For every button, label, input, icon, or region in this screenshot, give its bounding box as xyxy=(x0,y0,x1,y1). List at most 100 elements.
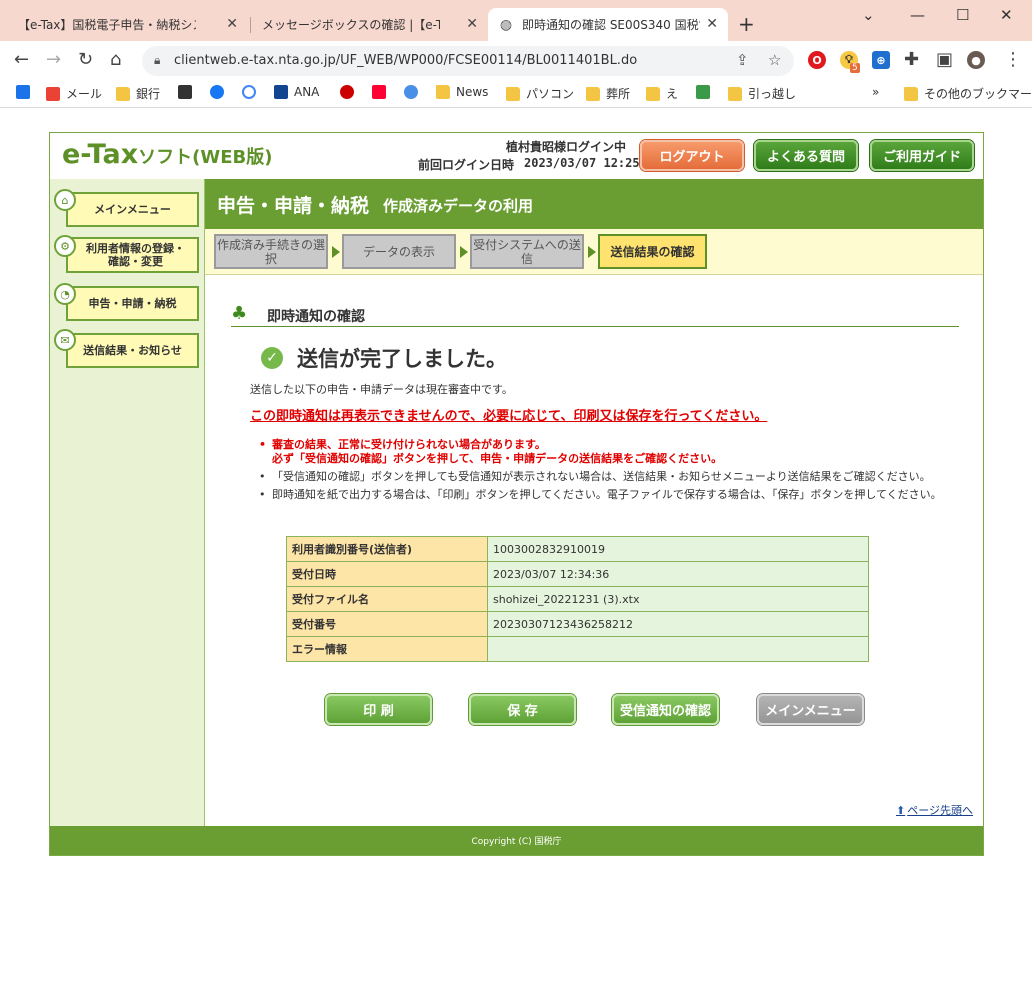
completion-text: 送信が完了しました。 xyxy=(297,347,507,371)
sidebar-item-user-info[interactable]: 利用者情報の登録・確認・変更 xyxy=(66,237,199,273)
clover-icon: ♣ xyxy=(231,303,248,324)
window-close-icon[interactable]: ✕ xyxy=(1000,6,1013,24)
receipt-table: 利用者識別番号(送信者) 1003002832910019 受付日時 2023/… xyxy=(286,536,869,662)
sidebar-item-label: 申告・申請・納税 xyxy=(88,297,177,310)
back-icon[interactable]: ← xyxy=(14,49,29,70)
bookmark-mail[interactable]: メール xyxy=(46,85,102,102)
browser-tab-3-active[interactable]: ◍ 即時通知の確認 SE00S340 国税電 ✕ xyxy=(488,8,728,41)
reload-icon[interactable]: ↻ xyxy=(78,49,93,70)
bookmark-star-icon[interactable]: ☆ xyxy=(768,51,781,69)
forward-icon[interactable]: → xyxy=(46,49,61,70)
tab-title: 【e-Tax】国税電子申告・納税システム xyxy=(18,18,196,32)
faq-button[interactable]: よくある質問 xyxy=(754,140,858,171)
close-icon[interactable]: ✕ xyxy=(706,16,718,32)
share-icon[interactable]: ⇪ xyxy=(736,51,749,69)
main-menu-button[interactable]: メインメニュー xyxy=(757,694,864,725)
folder-icon xyxy=(646,86,660,101)
bookmark-pc[interactable]: パソコン xyxy=(506,85,574,102)
bookmarks-more-button[interactable]: » xyxy=(872,85,879,99)
etax-logo: e-Taxソフト(WEB版) xyxy=(62,139,272,170)
gear-icon: ⚙ xyxy=(54,235,76,257)
bookmark-place[interactable]: 葬所 xyxy=(586,85,630,102)
note-item: 審査の結果、正常に受け付けられない場合があります。 必ず「受信通知の確認」ボタン… xyxy=(254,438,942,466)
note-text: 「受信通知の確認」ボタンを押しても受信通知が表示されない場合は、送信結果・お知ら… xyxy=(272,470,931,483)
clock-icon: ◔ xyxy=(54,283,76,305)
mail-icon: ✉ xyxy=(54,329,76,351)
bookmark-ana[interactable]: ANA xyxy=(274,85,319,99)
table-value: shohizei_20221231 (3).xtx xyxy=(487,586,869,612)
close-icon[interactable]: ✕ xyxy=(466,16,478,32)
table-value xyxy=(487,636,869,662)
login-date: 2023/03/07 12:25 xyxy=(524,156,640,170)
close-icon[interactable]: ✕ xyxy=(226,16,238,32)
bookmark-moving[interactable]: 引っ越し xyxy=(728,85,796,102)
jal-icon xyxy=(340,85,354,99)
sidebar-item-results[interactable]: 送信結果・お知らせ xyxy=(66,333,199,368)
folder-icon xyxy=(436,85,450,99)
browser-tab-1[interactable]: e 【e-Tax】国税電子申告・納税システム ✕ xyxy=(8,8,248,156)
step-4-current: 送信結果の確認 xyxy=(598,234,707,269)
bookmark-yahoo[interactable] xyxy=(372,85,392,99)
page-top-link[interactable]: ⬆ ページ先頭へ xyxy=(896,802,973,818)
table-label: エラー情報 xyxy=(286,636,488,662)
page-title: 申告・申請・納税 xyxy=(217,195,370,217)
copyright-text: Copyright (C) 国税庁 xyxy=(471,837,562,847)
home-icon[interactable]: ⌂ xyxy=(110,49,121,70)
bookmark-bank[interactable]: 銀行 xyxy=(116,85,160,102)
maximize-icon[interactable]: ☐ xyxy=(956,6,969,24)
tab-search-icon[interactable]: ⌄ xyxy=(862,6,875,24)
bookmark-jal[interactable] xyxy=(340,85,360,99)
tab-separator xyxy=(250,17,251,33)
yahoo-icon xyxy=(372,85,386,99)
folder-icon xyxy=(904,86,918,101)
arrow-up-icon: ⬆ xyxy=(896,804,906,817)
table-row: 受付日時 2023/03/07 12:34:36 xyxy=(286,561,869,587)
bookmark-google[interactable] xyxy=(242,85,262,99)
table-value: 2023/03/07 12:34:36 xyxy=(487,561,869,587)
intro-text: 送信した以下の申告・申請データは現在審査中です。 xyxy=(250,383,513,396)
sidebar: メインメニュー ⌂ 利用者情報の登録・確認・変更 ⚙ 申告・申請・納税 ◔ 送信… xyxy=(50,179,205,826)
print-button[interactable]: 印 刷 xyxy=(325,694,432,725)
guide-button[interactable]: ご利用ガイド xyxy=(870,140,974,171)
sidebar-item-filing[interactable]: 申告・申請・納税 xyxy=(66,286,199,321)
bookmark-label: 葬所 xyxy=(606,87,631,101)
folder-icon xyxy=(116,86,130,101)
bookmark-image[interactable] xyxy=(696,85,716,99)
logout-button[interactable]: ログアウト xyxy=(640,140,744,171)
table-value: 1003002832910019 xyxy=(487,536,869,562)
chevron-double-icon: » xyxy=(872,85,880,99)
extensions-puzzle-icon[interactable]: ✚ xyxy=(904,49,919,70)
bookmark-infinity[interactable] xyxy=(404,85,424,99)
translate-extension-icon[interactable]: ⊕ xyxy=(872,51,890,69)
bookmark-facebook[interactable] xyxy=(210,85,230,99)
step-arrow-icon xyxy=(332,246,340,258)
sidebar-item-label: 送信結果・お知らせ xyxy=(83,344,182,357)
minimize-icon[interactable]: — xyxy=(910,6,925,24)
page-top-label: ページ先頭へ xyxy=(907,804,973,817)
home-icon: ⌂ xyxy=(54,189,76,211)
menu-kebab-icon[interactable]: ⋮ xyxy=(1004,49,1022,70)
opera-extension-icon[interactable]: O xyxy=(808,51,826,69)
new-tab-button[interactable]: + xyxy=(738,12,755,36)
login-date-label: 前回ログイン日時 xyxy=(418,158,515,172)
notes-list: 審査の結果、正常に受け付けられない場合があります。 必ず「受信通知の確認」ボタン… xyxy=(254,438,942,506)
bookmark-e[interactable]: え xyxy=(646,85,678,102)
section-title: ♣ 即時通知の確認 xyxy=(231,303,959,327)
bookmark-label: 銀行 xyxy=(136,87,161,101)
bookmark-calendar[interactable] xyxy=(16,85,36,99)
address-bar[interactable]: 🔒︎ clientweb.e-tax.nta.go.jp/UF_WEB/WP00… xyxy=(142,46,794,76)
tab-title: 即時通知の確認 SE00S340 国税電 xyxy=(522,18,700,32)
receipt-confirm-button[interactable]: 受信通知の確認 xyxy=(612,694,719,725)
sidepanel-icon[interactable]: ▣ xyxy=(936,49,953,70)
bookmark-news[interactable]: News xyxy=(436,85,488,99)
login-user: 植村貴昭様ログイン中 xyxy=(506,140,627,154)
tab-title: メッセージボックスの確認 |【e-Tax】国 xyxy=(262,18,440,32)
url-text[interactable]: clientweb.e-tax.nta.go.jp/UF_WEB/WP000/F… xyxy=(174,53,637,68)
logo-sub: ソフト(WEB版) xyxy=(138,147,273,168)
sidebar-item-main-menu[interactable]: メインメニュー xyxy=(66,192,199,227)
other-bookmarks[interactable]: その他のブックマーク xyxy=(904,85,1032,102)
profile-avatar[interactable]: ● xyxy=(967,51,985,69)
save-button[interactable]: 保 存 xyxy=(469,694,576,725)
bookmark-app[interactable] xyxy=(178,85,198,99)
browser-tab-2[interactable]: e メッセージボックスの確認 |【e-Tax】国 ✕ xyxy=(252,8,488,156)
